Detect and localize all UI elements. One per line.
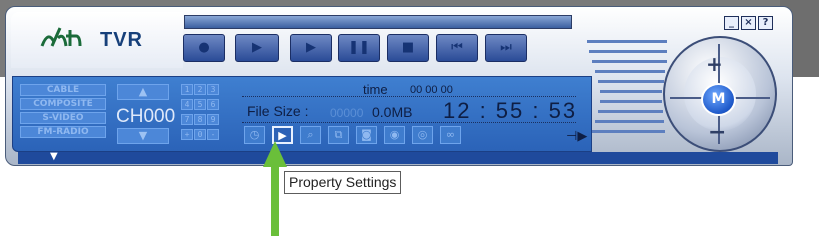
stripe-decoration (600, 100, 662, 103)
pause-button[interactable]: ❚❚ (338, 34, 380, 62)
stop-button[interactable]: ■ (387, 34, 429, 62)
progress-bar[interactable] (184, 15, 572, 29)
keypad-key-9[interactable]: 9 (207, 114, 219, 125)
play-button[interactable]: ▶ (235, 34, 279, 62)
stripe-decoration (600, 90, 662, 93)
volume-down-button[interactable]: − (708, 120, 726, 145)
stripe-decoration (589, 50, 667, 53)
source-composite[interactable]: COMPOSITE (20, 98, 106, 110)
ht-logo-icon (40, 27, 82, 47)
divider (242, 96, 576, 97)
brand-name: TVR (100, 29, 143, 51)
close-button[interactable]: × (741, 16, 756, 30)
keypad-key-minus[interactable]: - (207, 129, 219, 140)
stripe-decoration (595, 120, 664, 123)
volume-up-button[interactable]: + (706, 52, 723, 76)
file-size-value: 0.0MB (372, 104, 413, 120)
time-value: 00 00 00 (410, 84, 453, 96)
mode-button[interactable]: M (701, 83, 736, 116)
source-s-video[interactable]: S-VIDEO (20, 112, 106, 124)
minimize-button[interactable]: _ (724, 16, 739, 30)
tooltip: Property Settings (284, 171, 402, 194)
speaker-icon[interactable]: ⊣▶ (566, 129, 587, 144)
keypad-key-7[interactable]: 7 (181, 114, 193, 125)
stripe-decoration (598, 110, 663, 113)
record-button[interactable]: ● (183, 34, 225, 62)
bottom-strip (18, 152, 778, 164)
callout-arrow-icon (263, 141, 287, 236)
source-fm-radio[interactable]: FM-RADIO (20, 126, 106, 138)
keypad-key-6[interactable]: 6 (207, 99, 219, 110)
channel-label: CH000 (116, 106, 176, 127)
keypad-key-4[interactable]: 4 (181, 99, 193, 110)
loop-icon[interactable]: ∞ (440, 126, 461, 144)
keypad-key-plus[interactable]: + (181, 129, 193, 140)
keypad-key-8[interactable]: 8 (194, 114, 206, 125)
keypad-key-0[interactable]: 0 (194, 129, 206, 140)
snapshot-gallery-icon[interactable]: ⧉ (328, 126, 349, 144)
file-size-label: File Size : (247, 103, 309, 119)
stripe-decoration (592, 60, 667, 63)
keypad-key-3[interactable]: 3 (207, 84, 219, 95)
stripe-decoration (595, 70, 665, 73)
brand-area (11, 12, 183, 68)
search-icon[interactable]: ⌕ (300, 126, 321, 144)
previous-button[interactable]: ⏮ (436, 34, 478, 62)
keypad-key-2[interactable]: 2 (194, 84, 206, 95)
stripe-decoration (598, 80, 664, 83)
help-button[interactable]: ? (758, 16, 773, 30)
file-size-zeros: 00000 (330, 106, 364, 120)
preview-icon[interactable]: ◉ (384, 126, 405, 144)
broadcast-icon[interactable]: ◎ (412, 126, 433, 144)
source-cable[interactable]: CABLE (20, 84, 106, 96)
next-button[interactable]: ⏭ (485, 34, 527, 62)
channel-down-button[interactable]: ▼ (117, 128, 169, 144)
channel-up-button[interactable]: ▲ (117, 84, 169, 100)
progress-fill (185, 16, 571, 28)
capture-icon[interactable]: ◙ (356, 126, 377, 144)
stripe-decoration (587, 40, 667, 43)
time-label: time (363, 82, 388, 97)
expand-arrow-icon[interactable]: ▼ (50, 151, 58, 162)
clock-display: 12 : 55 : 53 (443, 98, 578, 123)
divider (242, 122, 576, 123)
keypad-key-5[interactable]: 5 (194, 99, 206, 110)
play-file-button[interactable]: ▶ (290, 34, 332, 62)
stripe-decoration (592, 130, 665, 133)
keypad-key-1[interactable]: 1 (181, 84, 193, 95)
